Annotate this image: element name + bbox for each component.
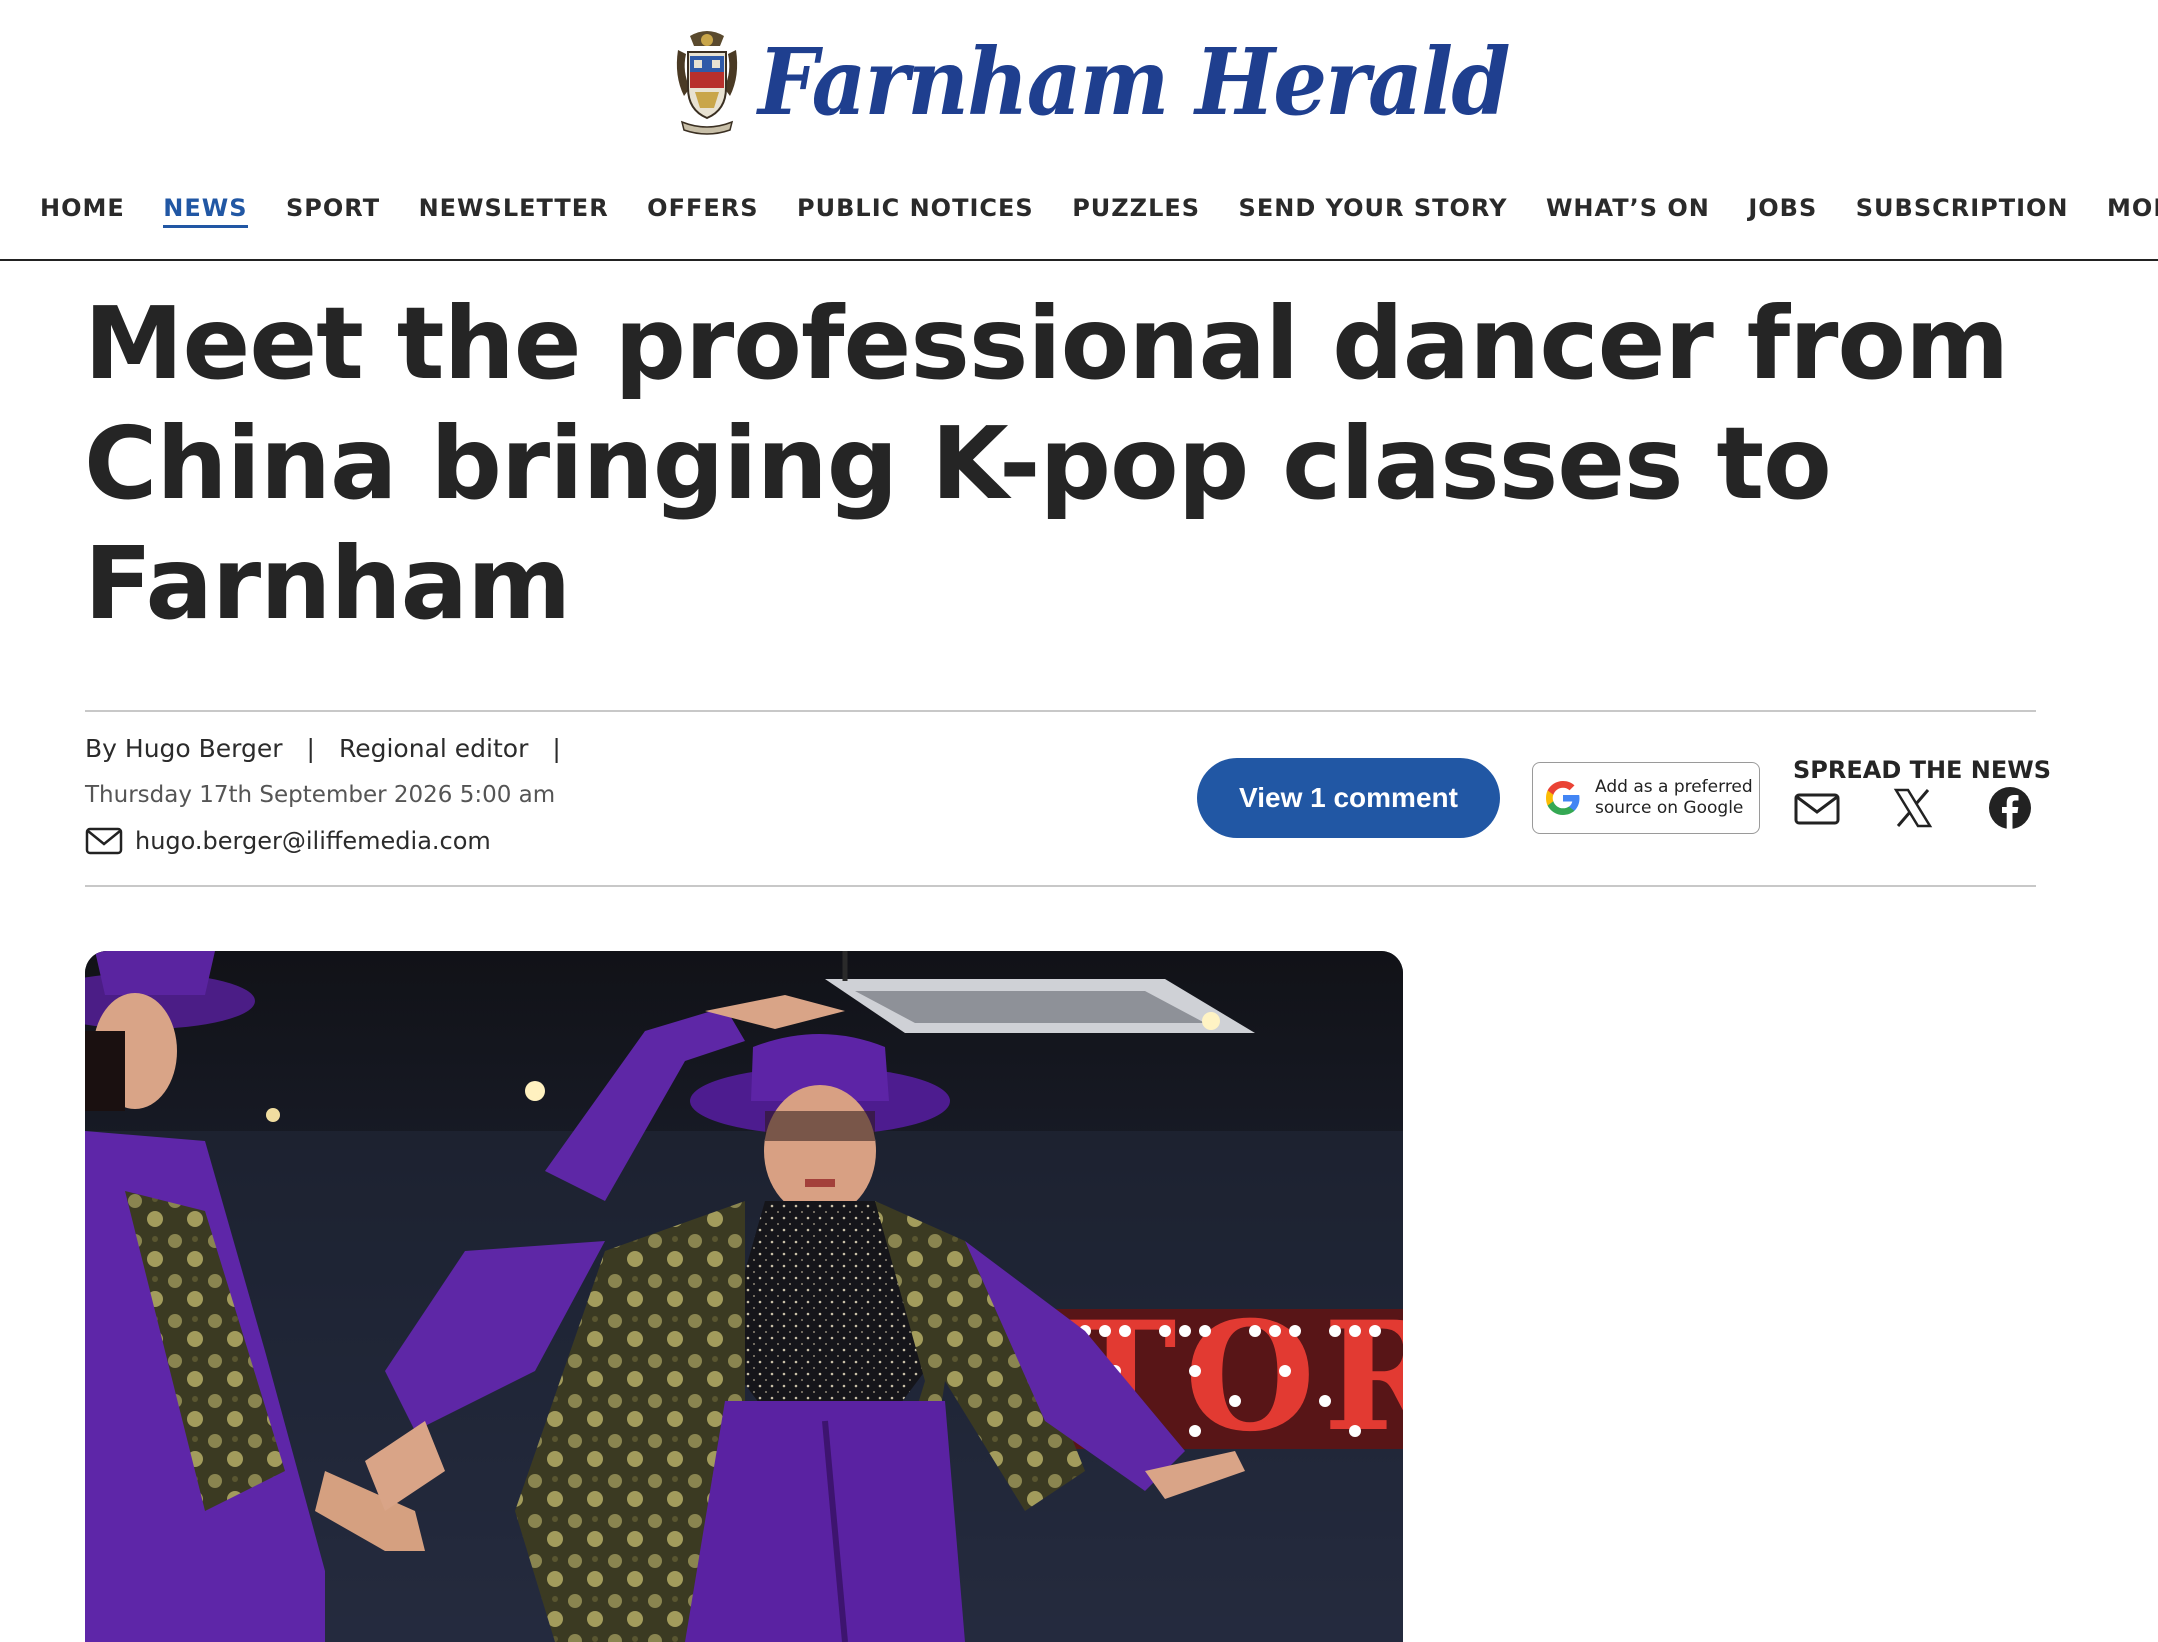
share-facebook-icon[interactable] [1986, 786, 2034, 830]
author-email-link[interactable]: hugo.berger@iliffemedia.com [85, 827, 491, 855]
nav-item-send-your-story[interactable]: SEND YOUR STORY [1239, 194, 1508, 226]
site-title: Farnham Herald [758, 28, 1511, 136]
main-nav: HOME NEWS SPORT NEWSLETTER OFFERS PUBLIC… [0, 160, 2158, 261]
byline-separator: | [306, 734, 315, 763]
spread-the-news-label: SPREAD THE NEWS [1793, 756, 2052, 784]
article-hero-image[interactable]: TOR [85, 951, 1403, 1642]
byline-separator: | [552, 734, 561, 763]
google-button-line1: Add as a preferred [1595, 777, 1753, 797]
nav-item-subscription[interactable]: SUBSCRIPTION [1856, 194, 2069, 226]
article-headline: Meet the professional dancer from China … [84, 285, 2009, 642]
meta-bottom-divider [85, 885, 2036, 887]
nav-item-sport[interactable]: SPORT [286, 194, 380, 226]
author-name[interactable]: By Hugo Berger [85, 734, 283, 763]
author-role: Regional editor [338, 734, 529, 763]
byline: By Hugo Berger | Regional editor | [85, 734, 585, 763]
view-comments-button[interactable]: View 1 comment [1197, 758, 1500, 838]
nav-item-news[interactable]: NEWS [163, 194, 248, 228]
nav-item-more[interactable]: MORE [2107, 194, 2158, 226]
nav-item-jobs[interactable]: JOBS [1748, 194, 1817, 226]
site-logo[interactable]: Farnham Herald [670, 26, 1574, 138]
nav-item-whats-on[interactable]: WHAT’S ON [1546, 194, 1710, 226]
google-icon [1546, 781, 1580, 815]
nav-item-public-notices[interactable]: PUBLIC NOTICES [797, 194, 1034, 226]
nav-item-offers[interactable]: OFFERS [647, 194, 758, 226]
google-preferred-source-button[interactable]: Add as a preferred source on Google [1532, 762, 1760, 834]
dancers-photo: TOR [85, 951, 1403, 1642]
nav-item-puzzles[interactable]: PUZZLES [1072, 194, 1200, 226]
nav-item-newsletter[interactable]: NEWSLETTER [419, 194, 609, 226]
meta-top-divider [85, 710, 2036, 712]
google-button-text: Add as a preferred source on Google [1595, 777, 1753, 819]
publish-date: Thursday 17th September 2026 5:00 am [85, 782, 556, 808]
google-button-line2: source on Google [1595, 798, 1744, 818]
author-email: hugo.berger@iliffemedia.com [135, 827, 491, 855]
envelope-icon [85, 827, 123, 855]
share-x-icon[interactable] [1889, 786, 1937, 830]
masthead: Farnham Herald [0, 0, 2158, 160]
nav-item-home[interactable]: HOME [40, 194, 125, 226]
share-email-icon[interactable] [1793, 786, 1841, 830]
crest-icon [676, 31, 738, 135]
